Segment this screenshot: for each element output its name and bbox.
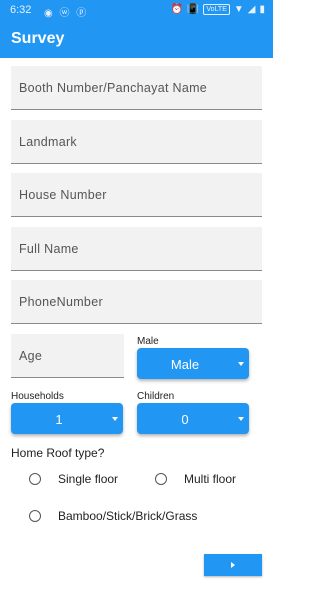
phone-number-field[interactable]: PhoneNumber [11,280,262,324]
roof-type-question: Home Roof type? [11,446,105,460]
battery-icon: ▮ [259,4,265,15]
children-dropdown[interactable]: 0 [137,403,249,434]
chevron-right-icon [231,562,235,568]
gender-label: Male [137,336,159,347]
radio-label-single-floor: Single floor [58,472,119,486]
households-label: Households [11,391,64,402]
full-name-placeholder: Full Name [19,242,79,256]
households-value: 1 [55,412,63,427]
children-label: Children [137,391,175,402]
status-time: 6:32 [10,4,32,16]
status-bar: 6:32 ◉ ⓦ ⓟ ⏰ 📳 VoLTE ▼ ◢ ▮ [0,0,273,22]
phone-number-placeholder: PhoneNumber [19,295,103,309]
signal-icon: ◢ [247,4,256,15]
next-button[interactable] [204,554,262,576]
households-dropdown[interactable]: 1 [11,403,123,434]
chevron-down-icon [238,417,244,421]
gender-value: Male [170,357,200,372]
age-field[interactable]: Age [11,334,124,378]
app-bar: 6:32 ◉ ⓦ ⓟ ⏰ 📳 VoLTE ▼ ◢ ▮ Survey [0,0,273,58]
full-name-field[interactable]: Full Name [11,227,262,271]
landmark-field[interactable]: Landmark [11,120,262,164]
status-icons: ⏰ 📳 VoLTE ▼ ◢ ▮ [170,4,265,15]
house-number-field[interactable]: House Number [11,173,262,217]
booth-panchayat-field[interactable]: Booth Number/Panchayat Name [11,66,262,110]
chevron-down-icon [112,417,118,421]
volte-icon: VoLTE [203,4,230,15]
chevron-down-icon [238,362,244,366]
house-number-placeholder: House Number [19,188,107,202]
alarm-icon: ⏰ [170,4,183,15]
landmark-placeholder: Landmark [19,135,77,149]
radio-label-multi-floor: Multi floor [184,472,237,486]
booth-panchayat-placeholder: Booth Number/Panchayat Name [19,81,208,95]
gender-dropdown[interactable]: Male [137,348,249,379]
radio-bamboo-stick-brick-grass[interactable] [29,510,41,522]
radio-label-bamboo-stick-brick-grass: Bamboo/Stick/Brick/Grass [58,509,198,523]
children-value: 0 [181,412,189,427]
wifi-icon: ▼ [233,4,244,15]
age-placeholder: Age [19,349,43,363]
radio-multi-floor[interactable] [155,473,167,485]
notification-icons: ◉ ⓦ ⓟ [44,8,89,19]
vibrate-icon: 📳 [186,4,200,15]
radio-single-floor[interactable] [29,473,41,485]
page-title: Survey [11,30,65,47]
